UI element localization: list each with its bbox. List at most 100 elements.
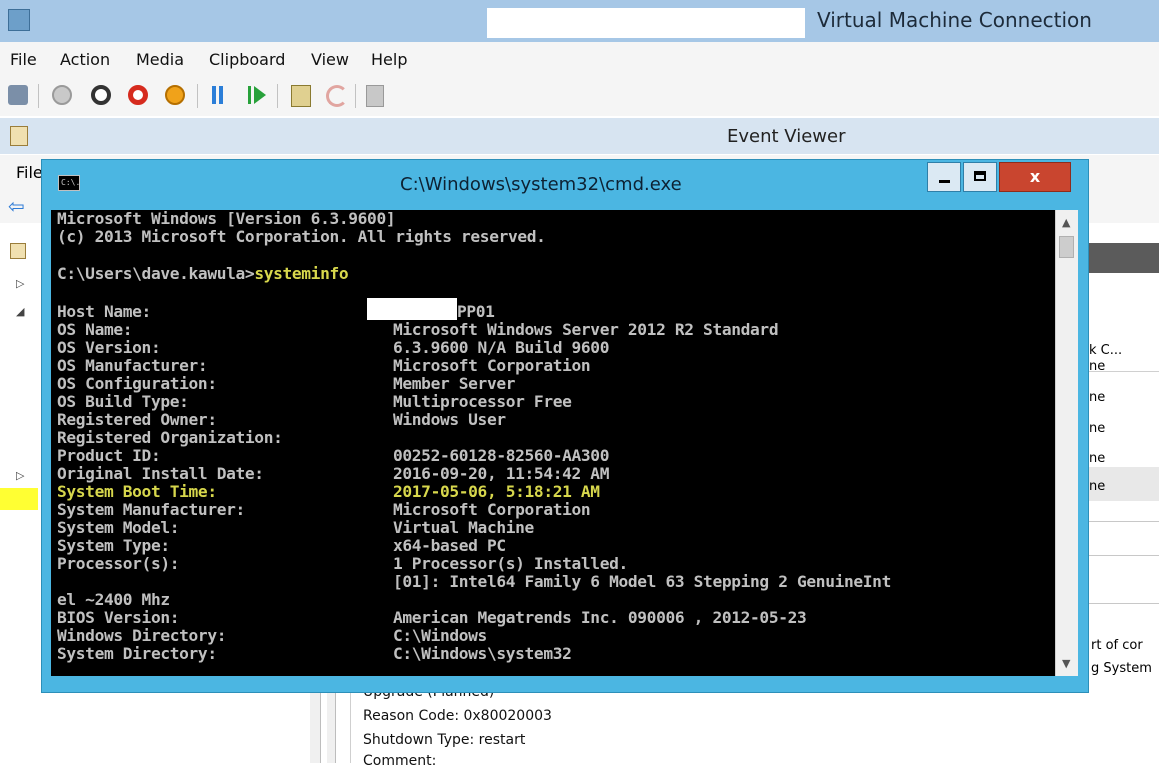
info-value: C:\Windows <box>393 626 487 645</box>
vm-window-title: Virtual Machine Connection <box>817 8 1092 32</box>
toolbar-separator <box>277 84 278 108</box>
info-value: PP01 <box>457 302 495 321</box>
detail-line: Reason Code: 0x80020003 <box>363 708 552 724</box>
console-header-line: Microsoft Windows [Version 6.3.9600] <box>57 210 396 228</box>
tree-expand-icon[interactable]: ▷ <box>16 469 24 482</box>
scroll-thumb[interactable] <box>1059 236 1074 258</box>
checkpoint-icon[interactable] <box>291 85 311 107</box>
tree-expand-icon[interactable]: ▷ <box>16 277 24 290</box>
info-label: OS Version: <box>57 338 161 357</box>
toolbar-separator <box>38 84 39 108</box>
back-arrow-icon[interactable]: ⇦ <box>8 194 25 218</box>
resume-icon[interactable] <box>248 86 266 104</box>
column-header-label: k C... <box>1089 343 1123 358</box>
ctrl-alt-del-icon[interactable] <box>8 85 28 105</box>
info-label: BIOS Version: <box>57 608 180 627</box>
info-label: Registered Owner: <box>57 410 217 429</box>
processor-wrap: el ~2400 Mhz <box>57 590 170 609</box>
info-value: Microsoft Windows Server 2012 R2 Standar… <box>393 320 779 339</box>
cmd-window: C:\. C:\Windows\system32\cmd.exe x Micro… <box>41 159 1089 693</box>
scroll-down-icon[interactable]: ▼ <box>1062 657 1070 670</box>
event-viewer-title: Event Viewer <box>727 126 846 147</box>
info-label: System Type: <box>57 536 170 555</box>
info-value: 1 Processor(s) Installed. <box>393 554 628 573</box>
list-item[interactable]: ne <box>1089 479 1105 494</box>
redacted-host-block <box>367 298 457 320</box>
event-description-text: rt of cor <box>1091 638 1143 653</box>
info-label-highlighted: System Boot Time: <box>57 482 217 501</box>
cmd-window-title: C:\Windows\system32\cmd.exe <box>400 174 682 195</box>
info-label: Processor(s): <box>57 554 180 573</box>
info-value: 00252-60128-82560-AA300 <box>393 446 610 465</box>
redacted-host-block <box>487 8 805 38</box>
menu-view[interactable]: View <box>311 50 349 69</box>
list-item[interactable]: ne <box>1089 359 1105 374</box>
info-label: System Directory: <box>57 644 217 663</box>
toolbar-separator <box>355 84 356 108</box>
info-label: System Model: <box>57 518 180 537</box>
info-label: OS Name: <box>57 320 133 339</box>
prompt-path: C:\Users\dave.kawula> <box>57 264 255 283</box>
event-list-pane: k C... ne ne ne ne ne rt of cor g System <box>1085 225 1159 763</box>
info-value: Microsoft Corporation <box>393 356 591 375</box>
info-value: C:\Windows\system32 <box>393 644 572 663</box>
vm-title-bar: Virtual Machine Connection <box>0 0 1159 42</box>
console-output[interactable]: Microsoft Windows [Version 6.3.9600] (c)… <box>51 210 1055 676</box>
list-item[interactable]: ne <box>1089 390 1105 405</box>
menu-help[interactable]: Help <box>371 50 407 69</box>
scroll-up-icon[interactable]: ▲ <box>1062 216 1070 229</box>
info-value: 2016-09-20, 11:54:42 AM <box>393 464 610 483</box>
info-value-highlighted: 2017-05-06, 5:18:21 AM <box>393 482 600 501</box>
console-scrollbar[interactable]: ▲ ▼ <box>1055 210 1078 676</box>
close-button[interactable]: x <box>999 162 1071 192</box>
vm-toolbar <box>0 76 1159 116</box>
divider <box>1085 603 1159 604</box>
info-value: Microsoft Corporation <box>393 500 591 519</box>
info-label: OS Build Type: <box>57 392 189 411</box>
info-label: Windows Directory: <box>57 626 227 645</box>
info-label: Original Install Date: <box>57 464 264 483</box>
tree-collapse-icon[interactable]: ◢ <box>16 305 24 318</box>
tree-highlight-marker <box>0 488 38 510</box>
info-label: Host Name: <box>57 302 151 321</box>
info-label: OS Configuration: <box>57 374 217 393</box>
ev-menu-file[interactable]: File <box>16 163 43 182</box>
minimize-button[interactable] <box>927 162 961 192</box>
toolbar-separator <box>197 84 198 108</box>
info-value: Multiprocessor Free <box>393 392 572 411</box>
start-icon[interactable] <box>52 85 72 105</box>
divider <box>1085 555 1159 556</box>
power-icon[interactable] <box>165 85 185 105</box>
enhanced-session-icon[interactable] <box>366 85 384 107</box>
detail-line: Shutdown Type: restart <box>363 732 526 748</box>
console-prompt: C:\Users\dave.kawula>systeminfo <box>57 264 349 283</box>
prompt-command: systeminfo <box>254 264 349 283</box>
revert-icon[interactable] <box>326 85 348 107</box>
event-details-pane: Upgrade (Planned) Reason Code: 0x8002000… <box>350 684 1086 769</box>
menu-file[interactable]: File <box>10 50 37 69</box>
info-value: Member Server <box>393 374 516 393</box>
divider <box>1085 521 1159 522</box>
turn-off-icon[interactable] <box>91 85 111 105</box>
menu-action[interactable]: Action <box>60 50 110 69</box>
event-viewer-icon <box>10 126 28 146</box>
list-item[interactable]: ne <box>1089 421 1105 436</box>
info-value: x64-based PC <box>393 536 506 555</box>
info-value: American Megatrends Inc. 090006 , 2012-0… <box>393 608 807 627</box>
info-label: OS Manufacturer: <box>57 356 208 375</box>
shut-down-icon[interactable] <box>128 85 148 105</box>
info-label: Registered Organization: <box>57 428 283 447</box>
maximize-button[interactable] <box>963 162 997 192</box>
pane-header-bar <box>1085 243 1159 273</box>
menu-clipboard[interactable]: Clipboard <box>209 50 285 69</box>
event-viewer-local-icon[interactable] <box>10 243 26 259</box>
processor-detail: [01]: Intel64 Family 6 Model 63 Stepping… <box>393 572 891 591</box>
event-viewer-title-bar: Event Viewer <box>0 118 1159 154</box>
pause-icon[interactable] <box>212 86 216 104</box>
vm-connection-icon <box>8 9 30 31</box>
cmd-app-icon[interactable]: C:\. <box>58 175 80 191</box>
menu-media[interactable]: Media <box>136 50 184 69</box>
console-header-line: (c) 2013 Microsoft Corporation. All righ… <box>57 227 546 246</box>
event-description-text: g System <box>1091 661 1152 676</box>
list-item[interactable]: ne <box>1089 451 1105 466</box>
